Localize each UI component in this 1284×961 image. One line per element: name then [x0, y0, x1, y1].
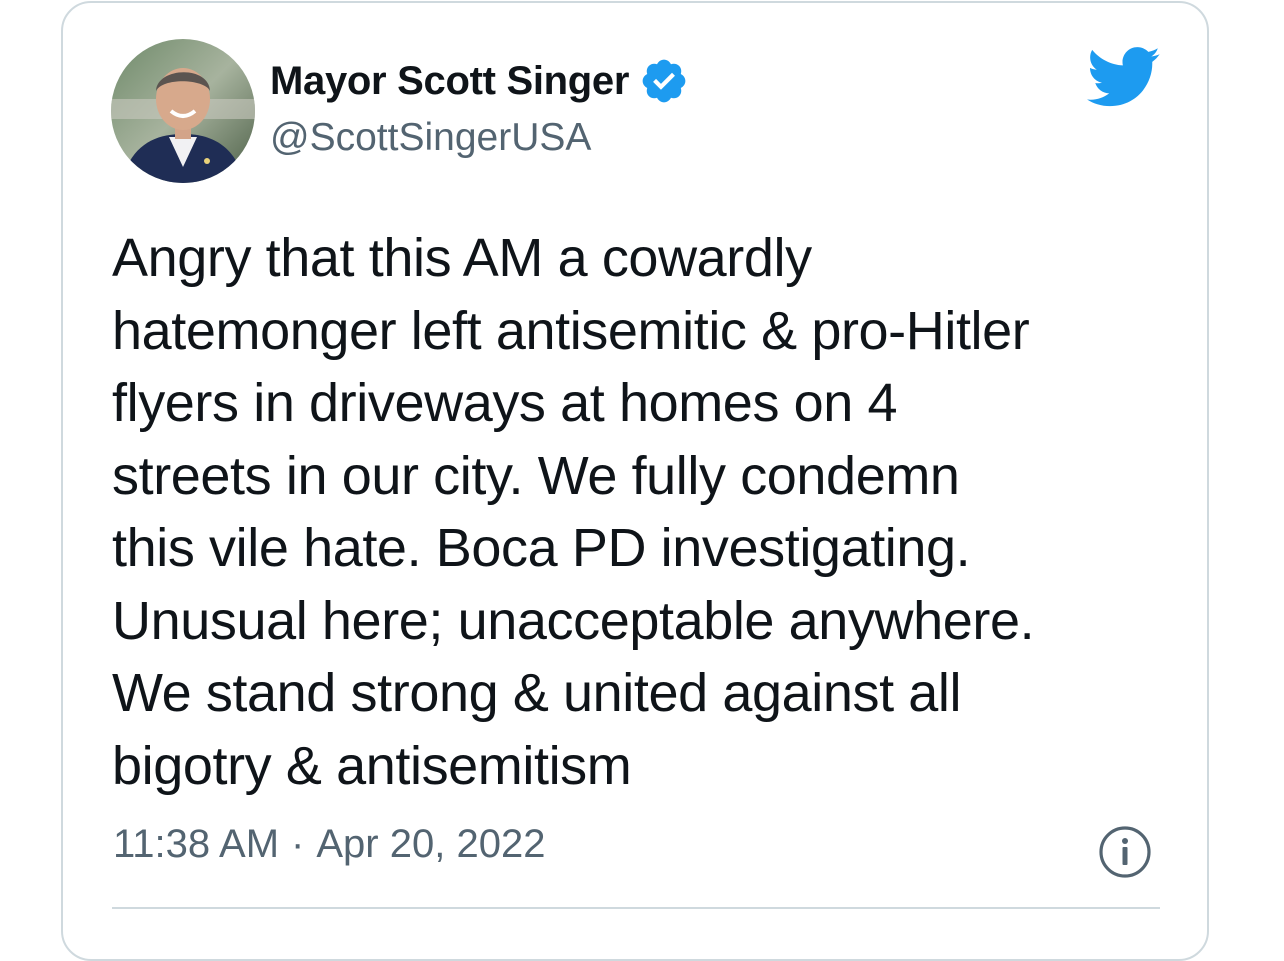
tweet-text-line: Angry that this AM a cowardly: [112, 228, 812, 288]
author-handle[interactable]: @ScottSingerUSA: [270, 116, 591, 160]
tweet-text-line: Unusual here; unacceptable anywhere.: [112, 590, 1035, 651]
author-display-name[interactable]: Mayor Scott Singer: [270, 59, 629, 104]
avatar[interactable]: [111, 39, 255, 183]
tweet-timestamp[interactable]: 11:38 AM · Apr 20, 2022: [113, 822, 545, 867]
tweet-text: Angry that this AM a cowardly hatemonger…: [112, 222, 1192, 802]
tweet-text-line: this vile hate. Boca PD investigating.: [112, 518, 971, 578]
timestamp-separator: ·: [291, 822, 305, 866]
divider: [112, 907, 1160, 909]
tweet-text-line: streets in our city. We fully condemn: [112, 445, 960, 506]
tweet-time[interactable]: 11:38 AM: [113, 822, 279, 866]
verified-badge-icon: [642, 59, 686, 103]
tweet-text-line: flyers in driveways at homes on 4: [112, 373, 898, 433]
twitter-bird-icon[interactable]: [1087, 47, 1161, 107]
tweet-text-line: hatemonger left antisemitic & pro-Hitler: [112, 300, 1030, 361]
info-icon[interactable]: [1098, 825, 1152, 879]
tweet-text-line: bigotry & antisemitism: [112, 735, 632, 796]
tweet-text-line: We stand strong & united against all: [112, 663, 962, 723]
tweet-date[interactable]: Apr 20, 2022: [316, 822, 545, 866]
author-name-row[interactable]: Mayor Scott Singer: [270, 56, 689, 106]
